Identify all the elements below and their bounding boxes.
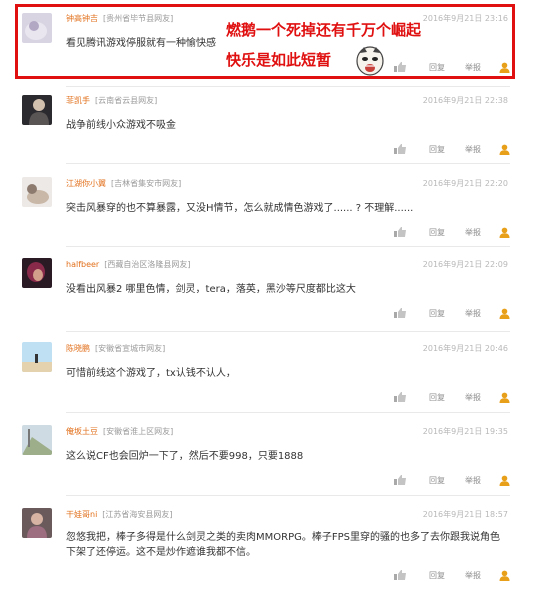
comment-meta: halfbeer [西藏自治区洛隆县网友] [66, 260, 190, 270]
comment-item: 俺坂土豆 [安徽省淮上区网友] 2016年9月21日 19:35 这么说CF也会回… [0, 412, 550, 497]
comment-time: 2016年9月21日 22:09 [422, 260, 508, 269]
user-icon[interactable] [499, 392, 510, 403]
comment-meta: 俺坂土豆 [安徽省淮上区网友] [66, 427, 173, 437]
user-location: [安徽省宣城市网友] [95, 344, 166, 353]
user-location: [西藏自治区洛隆县网友] [104, 260, 191, 269]
comment-text: 可惜前线这个游戏了，tx认钱不认人， [66, 368, 236, 379]
username-link[interactable]: halfbeer [66, 260, 99, 269]
avatar[interactable] [22, 508, 52, 538]
reply-button[interactable]: 回复 [429, 475, 445, 486]
overlay-caption-line1: 燃鹅一个死掉还有千万个崛起 [226, 21, 422, 39]
thumbs-up-icon[interactable] [393, 569, 407, 581]
user-location: [吉林省集安市网友] [111, 179, 182, 188]
thumbs-up-icon[interactable] [393, 474, 407, 486]
avatar[interactable] [22, 177, 52, 207]
avatar[interactable] [22, 425, 52, 455]
report-button[interactable]: 举报 [465, 308, 481, 319]
comment-item: 干娃哥ni [江苏省海安县网友] 2016年9月21日 18:57 忽悠我把，棒子… [0, 495, 550, 590]
user-location: [安徽省淮上区网友] [103, 427, 174, 436]
username-link[interactable]: 陈晓鹏 [66, 344, 90, 353]
avatar[interactable] [22, 342, 52, 372]
username-link[interactable]: 菲凯手 [66, 96, 90, 105]
user-icon[interactable] [499, 570, 510, 581]
comment-actions: 回复 举报 [393, 307, 510, 319]
comment-text: 突击风暴穿的也不算暴露，又没H情节，怎么就成情色游戏了...... ? 不理解.… [66, 203, 414, 214]
user-icon[interactable] [499, 475, 510, 486]
comment-text: 没看出风暴2 哪里色情，剑灵，tera，落英，黑沙等尺度都比这大 [66, 284, 356, 295]
reply-button[interactable]: 回复 [429, 308, 445, 319]
comment-time: 2016年9月21日 22:20 [422, 179, 508, 188]
reply-button[interactable]: 回复 [429, 570, 445, 581]
user-location: [云南省云县网友] [95, 96, 158, 105]
thumbs-up-icon[interactable] [393, 307, 407, 319]
comment-item: 陈晓鹏 [安徽省宣城市网友] 2016年9月21日 20:46 可惜前线这个游戏了… [0, 331, 550, 415]
comment-actions: 回复 举报 [393, 143, 510, 155]
report-button[interactable]: 举报 [465, 570, 481, 581]
username-link[interactable]: 江湖你小翼 [66, 179, 106, 188]
user-location: [江苏省海安县网友] [102, 510, 173, 519]
comment-text: 忽悠我把，棒子多得是什么剑灵之类的卖肉MMORPG。棒子FPS里穿的骚的也多了去… [66, 532, 500, 558]
user-icon[interactable] [499, 308, 510, 319]
user-icon[interactable] [499, 144, 510, 155]
overlay-caption-line2: 快乐是如此短暂 [226, 51, 332, 69]
comment-time: 2016年9月21日 19:35 [422, 427, 508, 436]
thumbs-up-icon[interactable] [393, 391, 407, 403]
comment-actions: 回复 举报 [393, 226, 510, 238]
comment-actions: 回复 举报 [393, 569, 510, 581]
report-button[interactable]: 举报 [465, 475, 481, 486]
user-icon[interactable] [499, 227, 510, 238]
reply-button[interactable]: 回复 [429, 392, 445, 403]
thumbs-up-icon[interactable] [393, 143, 407, 155]
report-button[interactable]: 举报 [465, 227, 481, 238]
comment-time: 2016年9月21日 18:57 [422, 510, 508, 519]
report-button[interactable]: 举报 [465, 144, 481, 155]
comment-text: 战争前线小众游戏不吸金 [66, 120, 176, 131]
comment-actions: 回复 举报 [393, 474, 510, 486]
comment-time: 2016年9月21日 20:46 [422, 344, 508, 353]
comment-item: 菲凯手 [云南省云县网友] 2016年9月21日 22:38 战争前线小众游戏不吸… [0, 86, 550, 169]
comment-item: 江湖你小翼 [吉林省集安市网友] 2016年9月21日 22:20 突击风暴穿的也… [0, 163, 550, 248]
comment-meta: 江湖你小翼 [吉林省集安市网友] [66, 179, 181, 189]
reply-button[interactable]: 回复 [429, 227, 445, 238]
comment-item: halfbeer [西藏自治区洛隆县网友] 2016年9月21日 22:09 没看… [0, 246, 550, 332]
comment-time: 2016年9月21日 22:38 [422, 96, 508, 105]
comment-meta: 干娃哥ni [江苏省海安县网友] [66, 510, 173, 520]
comment-actions: 回复 举报 [393, 391, 510, 403]
report-button[interactable]: 举报 [465, 392, 481, 403]
username-link[interactable]: 干娃哥ni [66, 510, 97, 519]
comment-meta: 陈晓鹏 [安徽省宣城市网友] [66, 344, 165, 354]
avatar[interactable] [22, 95, 52, 125]
avatar[interactable] [22, 258, 52, 288]
comment-meta: 菲凯手 [云南省云县网友] [66, 96, 157, 106]
reply-button[interactable]: 回复 [429, 144, 445, 155]
thumbs-up-icon[interactable] [393, 226, 407, 238]
username-link[interactable]: 俺坂土豆 [66, 427, 98, 436]
meme-face-sticker [355, 44, 385, 76]
comment-text: 这么说CF也会回炉一下了，然后不要998，只要1888 [66, 451, 304, 462]
